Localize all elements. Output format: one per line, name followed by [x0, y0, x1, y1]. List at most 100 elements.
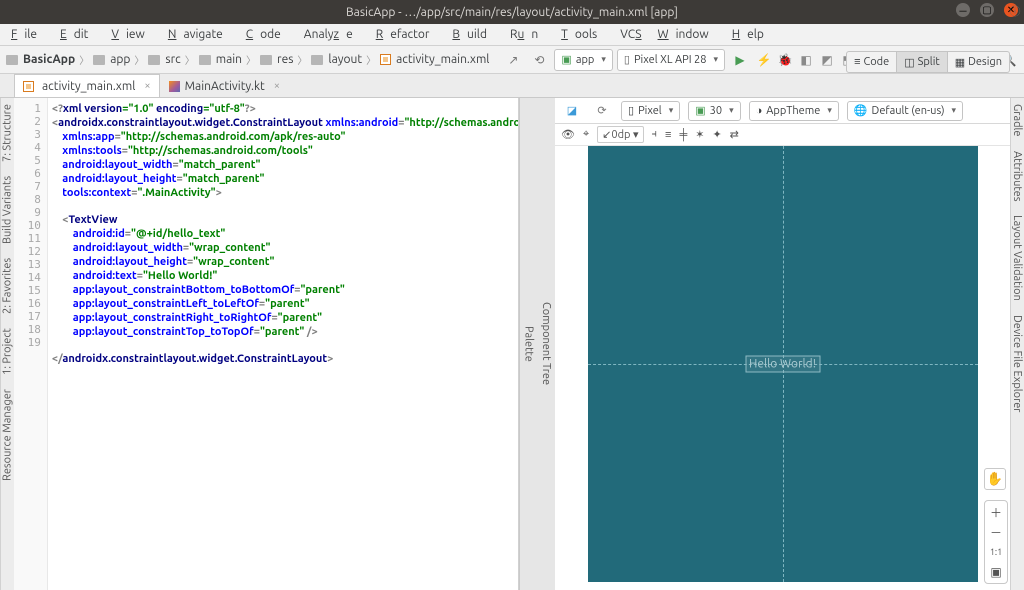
tool-resource-manager[interactable]: Resource Manager [2, 389, 13, 481]
design-surface-icon[interactable]: ◪ [561, 100, 583, 122]
crumb-res[interactable]: res [277, 53, 293, 66]
crumb-project[interactable]: BasicApp [23, 53, 75, 66]
profiler-icon[interactable]: ◧ [797, 51, 815, 69]
menu-analyze[interactable]: Analyze [297, 26, 367, 43]
align-icon[interactable]: ≡ [665, 129, 671, 141]
orientation-icon[interactable]: ⟳ [591, 100, 613, 122]
menu-window[interactable]: Window [651, 26, 723, 43]
folder-icon [148, 55, 160, 65]
component-tree-collapsed[interactable]: Component Tree [537, 98, 555, 590]
menu-tools[interactable]: Tools [554, 26, 611, 43]
code-content[interactable]: <?xml version="1.0" encoding="utf-8"?> <… [48, 98, 518, 590]
menu-run[interactable]: Run [503, 26, 552, 43]
project-icon [6, 55, 18, 65]
debug-icon[interactable]: 🐞 [776, 51, 794, 69]
tab-main-activity[interactable]: MainActivity.kt × [160, 74, 289, 97]
menu-view[interactable]: View [104, 26, 158, 43]
kotlin-file-icon [169, 81, 180, 92]
chevron-down-icon: ▾ [713, 54, 718, 65]
preview-hello-text[interactable]: Hello World! [746, 357, 819, 372]
nav-back-button[interactable]: ⟲ [528, 49, 550, 71]
left-tool-strip: Resource Manager 1: Project 2: Favorites… [0, 98, 14, 590]
guideline-icon[interactable]: ╪ [679, 129, 687, 141]
view-code-button[interactable]: ≡ Code [846, 51, 897, 73]
crumb-src[interactable]: src [165, 53, 180, 66]
view-options-icon[interactable]: 👁 [561, 128, 575, 141]
apply-changes-icon[interactable]: ⚡ [755, 51, 773, 69]
menu-file[interactable]: File [4, 26, 51, 43]
tool-favorites[interactable]: 2: Favorites [2, 258, 13, 314]
sync-gradle-button[interactable]: ↗ [502, 49, 524, 71]
folder-icon [93, 55, 105, 65]
design-canvas[interactable]: Hello World! ✋ ＋ － 1:1 ▣ [555, 146, 1010, 590]
view-design-button[interactable]: ▦ Design [948, 51, 1010, 73]
android-icon: ▣ [561, 53, 571, 66]
device-combo[interactable]: ▯ Pixel XL API 28 ▾ [617, 49, 725, 71]
zoom-reset-button[interactable]: 1:1 [986, 543, 1006, 561]
api-selector[interactable]: ▣ 30 ▾ [688, 101, 740, 121]
zoom-controls: ＋ － 1:1 ▣ [984, 500, 1008, 584]
tool-build-variants[interactable]: Build Variants [2, 176, 13, 244]
zoom-in-button[interactable]: ＋ [986, 503, 1006, 521]
window-maximize-button[interactable]: ▢ [980, 3, 994, 17]
device-selector[interactable]: ▯ Pixel ▾ [621, 101, 680, 121]
crumb-app[interactable]: app [110, 53, 130, 66]
convert-icon[interactable]: ⇄ [730, 128, 739, 141]
theme-selector[interactable]: ◑ AppTheme ▾ [749, 101, 839, 121]
chevron-icon: 〉 [366, 52, 376, 67]
tool-attributes[interactable]: Attributes [1012, 151, 1023, 202]
warnings-icon[interactable]: ⓘ [1006, 0, 1024, 22]
chevron-down-icon: ▾ [601, 54, 606, 65]
run-config-combo[interactable]: ▣ app ▾ [554, 49, 612, 71]
clear-constraints-icon[interactable]: ✶ [695, 128, 704, 141]
menu-help[interactable]: Help [725, 26, 778, 43]
zoom-out-button[interactable]: － [986, 523, 1006, 541]
close-tab-icon[interactable]: × [144, 80, 150, 92]
pack-icon[interactable]: ⫞ [652, 128, 658, 141]
tool-device-file-explorer[interactable]: Device File Explorer [1012, 315, 1023, 412]
palette-panel-collapsed[interactable]: Palette [519, 98, 537, 590]
tool-gradle[interactable]: Gradle [1012, 104, 1023, 137]
window-minimize-button[interactable]: － [956, 3, 970, 17]
tab-activity-main[interactable]: activity_main.xml × [14, 74, 160, 97]
coverage-icon[interactable]: ◩ [818, 51, 836, 69]
crumb-layout[interactable]: layout [328, 53, 362, 66]
locale-selector[interactable]: 🌐 Default (en-us) ▾ [847, 101, 963, 121]
folder-icon [311, 55, 323, 65]
menu-refactor[interactable]: Refactor [369, 26, 444, 43]
breadcrumb: BasicApp 〉 app 〉 src 〉 main 〉 res 〉 layo… [6, 52, 489, 67]
tool-layout-validation[interactable]: Layout Validation [1012, 215, 1023, 301]
margin-selector[interactable]: ↙0dp ▾ [597, 126, 643, 143]
editor-tabs: activity_main.xml × MainActivity.kt × ≡ … [0, 74, 1024, 98]
infer-constraints-icon[interactable]: ✦ [712, 128, 721, 141]
xml-file-icon [380, 54, 391, 65]
chevron-icon: 〉 [185, 52, 195, 67]
toggle-issue-icon[interactable]: ⌖ [583, 128, 589, 141]
close-tab-icon[interactable]: × [274, 80, 280, 92]
run-button[interactable]: ▶ [729, 49, 751, 71]
xml-file-icon [23, 81, 34, 92]
zoom-fit-button[interactable]: ▣ [986, 563, 1006, 581]
menu-code[interactable]: Code [239, 26, 295, 43]
window-title: BasicApp - …/app/src/main/res/layout/act… [346, 6, 678, 19]
menu-edit[interactable]: Edit [53, 26, 102, 43]
chevron-icon: 〉 [297, 52, 307, 67]
device-preview[interactable]: Hello World! [588, 146, 978, 582]
chevron-icon: 〉 [134, 52, 144, 67]
phone-icon: ▯ [624, 53, 630, 66]
tool-structure[interactable]: 7: Structure [2, 104, 13, 162]
tool-project[interactable]: 1: Project [2, 328, 13, 375]
menu-navigate[interactable]: Navigate [161, 26, 237, 43]
line-gutter: 12345678910111213141516171819 [14, 98, 48, 590]
pan-tool-button[interactable]: ✋ [984, 468, 1006, 490]
code-editor[interactable]: 12345678910111213141516171819 <?xml vers… [14, 98, 519, 590]
folder-icon [260, 55, 272, 65]
crumb-file[interactable]: activity_main.xml [396, 53, 489, 66]
window-titlebar: BasicApp - …/app/src/main/res/layout/act… [0, 0, 1024, 24]
crumb-main[interactable]: main [216, 53, 242, 66]
designer-subtoolbar: 👁 ⌖ ↙0dp ▾ ⫞ ≡ ╪ ✶ ✦ ⇄ [555, 124, 1010, 146]
menu-build[interactable]: Build [445, 26, 501, 43]
view-split-button[interactable]: ◫ Split [897, 51, 947, 73]
layout-designer: ◪ ⟳ ▯ Pixel ▾ ▣ 30 ▾ ◑ AppTheme ▾ 🌐 Defa… [555, 98, 1010, 590]
menu-vcs[interactable]: VCS [613, 26, 648, 43]
